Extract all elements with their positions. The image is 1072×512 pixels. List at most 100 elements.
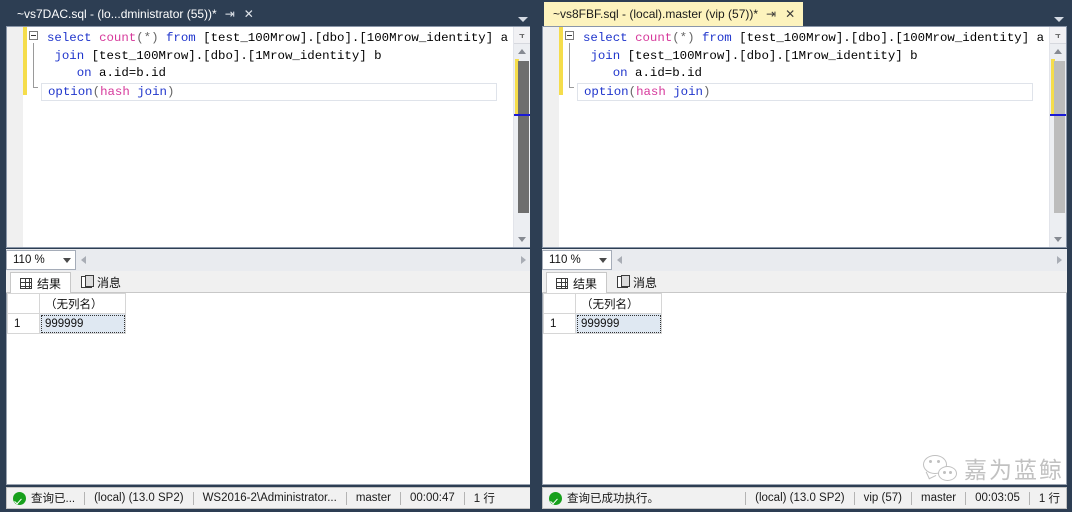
tab-messages-label: 消息 <box>633 275 658 290</box>
results-table: （无列名） 1 999999 <box>7 293 126 334</box>
hscroll-left-arrow-icon[interactable] <box>612 250 627 270</box>
scrollbar-caret-marker <box>1050 114 1066 116</box>
panel-splitter[interactable] <box>530 0 542 512</box>
status-message: 查询已... <box>31 493 76 505</box>
results-tabstrip-left: 结果 消息 <box>6 271 531 293</box>
code-line: select count(*) from [test_100Mrow].[dbo… <box>47 31 509 45</box>
sql-editor-right[interactable]: select count(*) from [test_100Mrow].[dbo… <box>542 26 1067 248</box>
query-panel-left: ~vs7DAC.sql - (lo...dministrator (55))* … <box>0 0 536 512</box>
horizontal-scrollbar-track[interactable] <box>91 250 516 270</box>
chevron-down-icon[interactable] <box>63 257 71 263</box>
tab-overflow-chevron-down-icon[interactable] <box>518 17 528 22</box>
message-icon <box>617 275 631 288</box>
scrollbar-track[interactable] <box>1050 59 1066 232</box>
scrollbar-thumb[interactable] <box>518 61 529 213</box>
status-row-count: 1 行 <box>473 493 495 505</box>
editor-footer-right: 110 % <box>542 249 1067 271</box>
document-tab-left[interactable]: ~vs7DAC.sql - (lo...dministrator (55))* … <box>8 2 262 26</box>
hscroll-right-arrow-icon[interactable] <box>516 250 531 270</box>
hscroll-right-arrow-icon[interactable] <box>1052 250 1067 270</box>
zoom-level-select[interactable]: 110 % <box>542 250 612 270</box>
chevron-down-icon[interactable] <box>599 257 607 263</box>
tab-messages[interactable]: 消息 <box>607 271 667 292</box>
tabstrip-right: ~vs8FBF.sql - (local).master (vip (57))*… <box>536 0 1072 26</box>
results-grid-right[interactable]: （无列名） 1 999999 <box>542 293 1067 485</box>
table-row[interactable]: 1 999999 <box>543 313 662 334</box>
code-line: join [test_100Mrow].[dbo].[1Mrow_identit… <box>54 48 382 63</box>
status-separator <box>965 491 967 505</box>
tab-messages[interactable]: 消息 <box>71 271 131 292</box>
editor-vertical-scrollbar[interactable]: ⫟ <box>1049 27 1066 247</box>
tab-results-label: 结果 <box>37 276 62 291</box>
column-header[interactable]: （无列名） <box>39 293 126 314</box>
editor-code-area[interactable]: select count(*) from [test_100Mrow].[dbo… <box>563 27 1049 247</box>
pin-icon[interactable]: ⇥ <box>224 8 236 20</box>
row-header-column[interactable] <box>543 293 576 314</box>
ssms-window: ~vs7DAC.sql - (lo...dministrator (55))* … <box>0 0 1072 512</box>
sql-editor-left[interactable]: select count(*) from [test_100Mrow].[dbo… <box>6 26 531 248</box>
editor-gutter <box>543 27 559 247</box>
status-user: vip (57) <box>863 492 902 504</box>
scroll-down-arrow-icon[interactable] <box>514 232 530 247</box>
table-cell[interactable]: 999999 <box>575 313 662 334</box>
results-table: （无列名） 1 999999 <box>543 293 662 334</box>
zoom-level-select[interactable]: 110 % <box>6 250 76 270</box>
scroll-up-arrow-icon[interactable] <box>1050 44 1066 59</box>
zoom-level-value: 110 % <box>13 254 45 266</box>
query-panel-right: ~vs8FBF.sql - (local).master (vip (57))*… <box>536 0 1072 512</box>
status-separator <box>399 491 401 505</box>
scrollbar-track[interactable] <box>514 59 530 232</box>
table-header-row: （无列名） <box>543 293 662 314</box>
tab-results[interactable]: 结果 <box>546 272 608 293</box>
code-line: option(hash join) <box>577 82 1033 101</box>
status-elapsed-time: 00:00:47 <box>409 492 455 504</box>
column-header[interactable]: （无列名） <box>575 293 662 314</box>
pin-icon[interactable]: ⇥ <box>765 8 777 20</box>
code-line: join [test_100Mrow].[dbo].[1Mrow_identit… <box>590 48 918 63</box>
row-number[interactable]: 1 <box>543 313 576 334</box>
split-view-icon[interactable]: ⫟ <box>1050 27 1066 44</box>
code-line: on a.id=b.id <box>76 66 166 80</box>
row-header-column[interactable] <box>7 293 40 314</box>
close-icon[interactable]: ✕ <box>243 8 255 20</box>
document-tab-right[interactable]: ~vs8FBF.sql - (local).master (vip (57))*… <box>544 2 804 26</box>
code-line: on a.id=b.id <box>612 66 702 80</box>
editor-code-area[interactable]: select count(*) from [test_100Mrow].[dbo… <box>27 27 513 247</box>
status-row-count: 1 行 <box>1038 493 1060 505</box>
tab-messages-label: 消息 <box>97 275 122 290</box>
status-user: WS2016-2\Administrator... <box>202 492 337 504</box>
message-icon <box>81 275 95 288</box>
status-separator <box>853 491 855 505</box>
scrollbar-thumb[interactable] <box>1054 61 1065 213</box>
status-database: master <box>920 492 957 504</box>
scroll-down-arrow-icon[interactable] <box>1050 232 1066 247</box>
code-line: select count(*) from [test_100Mrow].[dbo… <box>583 31 1045 45</box>
success-check-icon <box>549 491 562 505</box>
status-separator <box>192 491 194 505</box>
editor-gutter <box>7 27 23 247</box>
grid-icon <box>20 277 32 289</box>
results-grid-left[interactable]: （无列名） 1 999999 <box>6 293 531 485</box>
scroll-up-arrow-icon[interactable] <box>514 44 530 59</box>
row-number[interactable]: 1 <box>7 313 40 334</box>
status-separator <box>1028 491 1030 505</box>
tab-results[interactable]: 结果 <box>10 272 72 293</box>
status-server: (local) (13.0 SP2) <box>94 492 184 504</box>
split-view-icon[interactable]: ⫟ <box>514 27 530 44</box>
editor-vertical-scrollbar[interactable]: ⫟ <box>513 27 530 247</box>
status-separator <box>84 491 86 505</box>
document-tab-title: ~vs7DAC.sql - (lo...dministrator (55))* <box>17 7 217 21</box>
zoom-level-value: 110 % <box>549 254 581 266</box>
status-separator <box>910 491 912 505</box>
status-separator <box>463 491 465 505</box>
status-bar-right: 查询已成功执行。 (local) (13.0 SP2) vip (57) mas… <box>542 487 1067 509</box>
tab-overflow-chevron-down-icon[interactable] <box>1054 17 1064 22</box>
status-database: master <box>355 492 391 504</box>
grid-icon <box>556 277 568 289</box>
table-row[interactable]: 1 999999 <box>7 313 126 334</box>
table-cell[interactable]: 999999 <box>39 313 126 334</box>
close-icon[interactable]: ✕ <box>784 8 796 20</box>
hscroll-left-arrow-icon[interactable] <box>76 250 91 270</box>
horizontal-scrollbar-track[interactable] <box>627 250 1052 270</box>
status-server: (local) (13.0 SP2) <box>755 492 845 504</box>
